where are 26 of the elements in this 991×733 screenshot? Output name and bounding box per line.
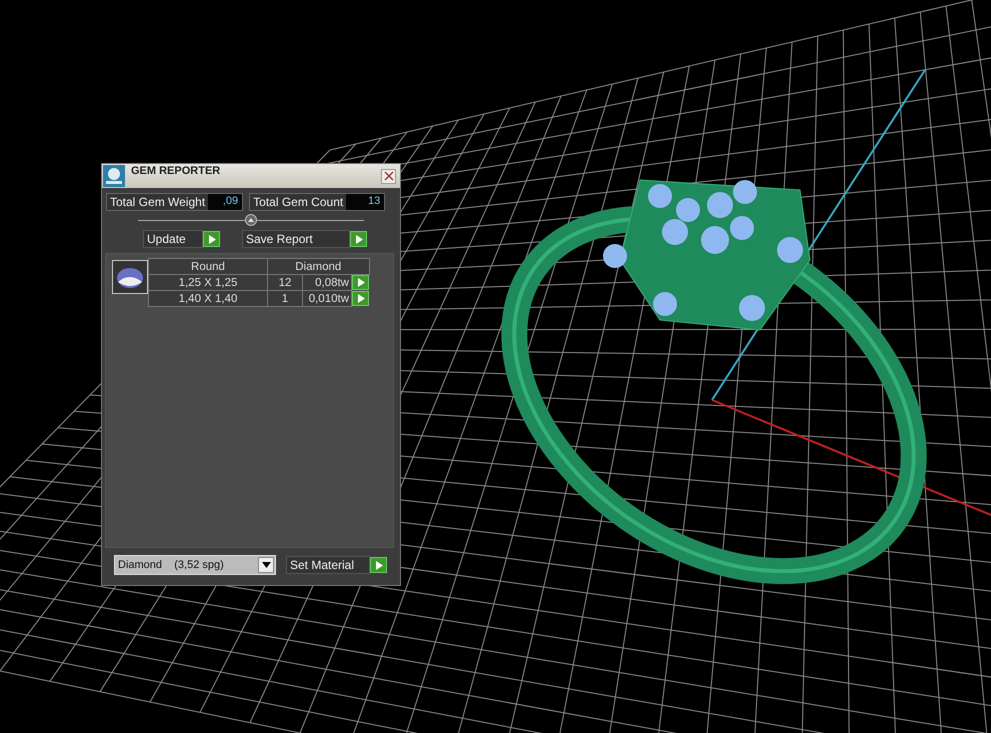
table-cell: 1,25 X 1,25 <box>148 274 268 290</box>
play-icon <box>374 560 382 570</box>
caret-icon <box>262 562 270 568</box>
play-icon <box>208 234 216 244</box>
action-button[interactable]: Update <box>143 230 203 248</box>
stat-label: Total Gem Count <box>250 194 346 210</box>
column-header: Diamond <box>268 258 369 274</box>
table-cell: 12 <box>268 274 302 290</box>
column-header: Round <box>148 258 268 274</box>
window-title: GEM REPORTER <box>131 164 222 177</box>
close-button[interactable] <box>381 168 396 184</box>
stat-value: 13 <box>346 194 384 210</box>
app-icon <box>103 165 125 187</box>
action-button[interactable]: Save Report <box>242 230 350 248</box>
play-icon <box>354 234 362 244</box>
table-cell: 0,010tw <box>302 290 352 306</box>
action-button[interactable]: Set Material <box>286 556 370 574</box>
stat-value: ,09 <box>208 194 242 210</box>
collapse-handle[interactable] <box>245 214 257 226</box>
table-cell: 0,08tw <box>302 274 352 290</box>
table-cell: 1,40 X 1,40 <box>148 290 268 306</box>
stat-label: Total Gem Weight <box>107 194 208 210</box>
run-button[interactable] <box>352 275 369 290</box>
material-dropdown[interactable]: Diamond (3,52 spg) <box>114 555 276 575</box>
gem-icon <box>112 260 148 294</box>
table-cell: 1 <box>268 290 302 306</box>
